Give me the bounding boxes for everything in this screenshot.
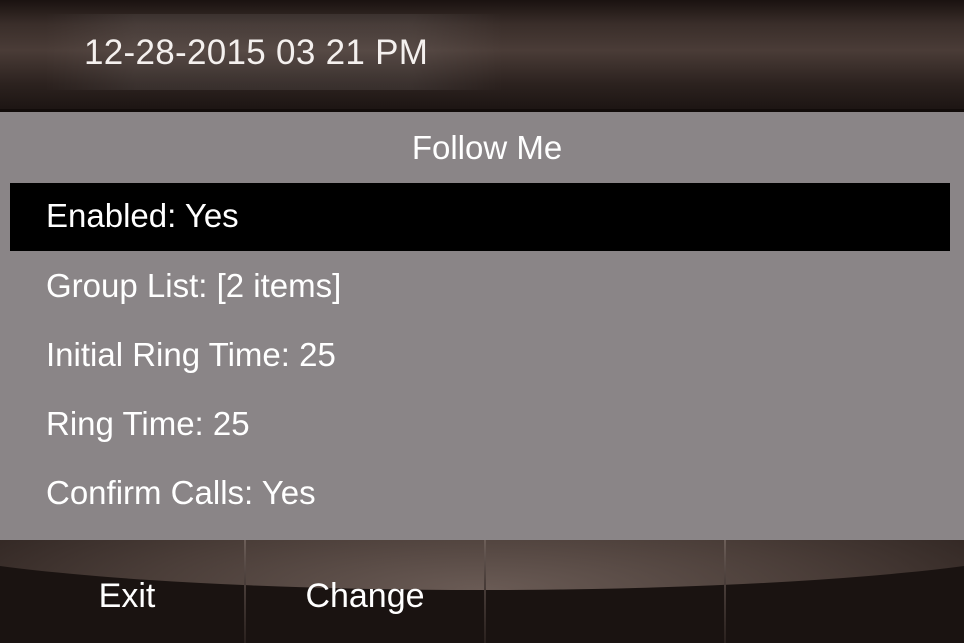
change-softkey[interactable]: Change	[246, 540, 484, 643]
screen-title: Follow Me	[411, 129, 563, 166]
phone-display: 12-28-2015 03 21 PM Follow Me Enabled: Y…	[0, 0, 964, 643]
status-bar-divider	[0, 109, 964, 112]
softkey-bar: Exit Change	[0, 540, 964, 643]
menu-item-confirm-calls[interactable]: Confirm Calls: Yes	[10, 458, 950, 527]
menu-item-ring-time[interactable]: Ring Time: 25	[10, 389, 950, 458]
menu-list: Enabled: Yes Group List: [2 items] Initi…	[10, 183, 950, 527]
status-bar: 12-28-2015 03 21 PM	[0, 0, 964, 112]
softkey-3[interactable]	[486, 540, 724, 643]
menu-item-initial-ring-time[interactable]: Initial Ring Time: 25	[10, 320, 950, 389]
menu-item-group-list[interactable]: Group List: [2 items]	[10, 251, 950, 320]
exit-softkey[interactable]: Exit	[10, 540, 244, 643]
datetime-display: 12-28-2015 03 21 PM	[84, 33, 429, 72]
menu-item-enabled[interactable]: Enabled: Yes	[10, 183, 950, 251]
softkey-4[interactable]	[726, 540, 964, 643]
